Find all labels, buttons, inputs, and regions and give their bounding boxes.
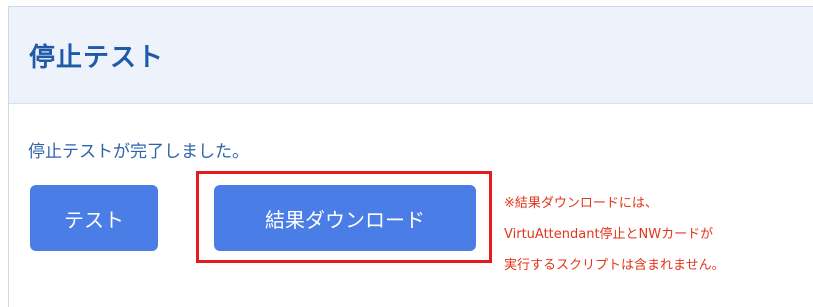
note-line-2: VirtuAttendant停止とNWカードが: [504, 227, 714, 242]
note-line-3: 実行するスクリプトは含まれません。: [504, 258, 725, 273]
test-button[interactable]: テスト: [30, 185, 158, 251]
panel-header: 停止テスト: [9, 7, 813, 104]
download-results-button[interactable]: 結果ダウンロード: [214, 185, 476, 251]
download-note: ※結果ダウンロードには、 VirtuAttendant停止とNWカードが 実行す…: [504, 188, 725, 281]
note-line-1: ※結果ダウンロードには、: [504, 196, 658, 211]
page-title: 停止テスト: [29, 43, 165, 73]
stop-test-panel: 停止テスト 停止テストが完了しました。 テスト 結果ダウンロード ※結果ダウンロ…: [8, 6, 813, 307]
status-message: 停止テストが完了しました。: [28, 142, 249, 162]
